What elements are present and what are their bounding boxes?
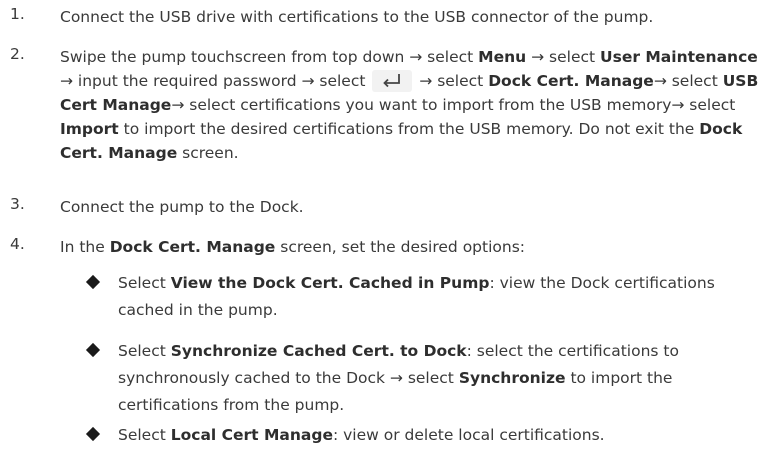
diamond-bullet-icon <box>85 342 101 358</box>
synchronize-term: Synchronize <box>458 369 566 387</box>
diamond-bullet-icon <box>85 274 101 290</box>
step-text: Swipe the pump touchscreen from top down… <box>60 48 759 162</box>
step-number: 2. <box>10 45 25 63</box>
synchronize-cached-cert-term: Synchronize Cached Cert. to Dock <box>170 342 467 360</box>
step-number: 4. <box>10 235 25 253</box>
step-text: Connect the USB drive with certification… <box>60 8 654 26</box>
bullet-text: Select Synchronize Cached Cert. to Dock:… <box>118 342 679 414</box>
dock-cert-manage-term: Dock Cert. Manage <box>109 238 276 256</box>
import-term: Import <box>60 120 119 138</box>
step-number: 3. <box>10 195 25 213</box>
user-maintenance-term: User Maintenance <box>600 48 758 66</box>
step-text: Connect the pump to the Dock. <box>60 198 304 216</box>
bullet-text: Select Local Cert Manage: view or delete… <box>118 426 605 444</box>
view-dock-cert-term: View the Dock Cert. Cached in Pump <box>170 274 490 292</box>
diamond-bullet-icon <box>85 426 101 442</box>
step-text: In the Dock Cert. Manage screen, set the… <box>60 238 526 256</box>
enter-icon <box>372 70 413 92</box>
dock-cert-manage-term: Dock Cert. Manage <box>488 72 654 90</box>
menu-term: Menu <box>478 48 527 66</box>
step-number: 1. <box>10 5 25 23</box>
local-cert-manage-term: Local Cert Manage <box>170 426 333 444</box>
bullet-text: Select View the Dock Cert. Cached in Pum… <box>118 274 715 319</box>
document-page: 1. Connect the USB drive with certificat… <box>0 0 782 455</box>
